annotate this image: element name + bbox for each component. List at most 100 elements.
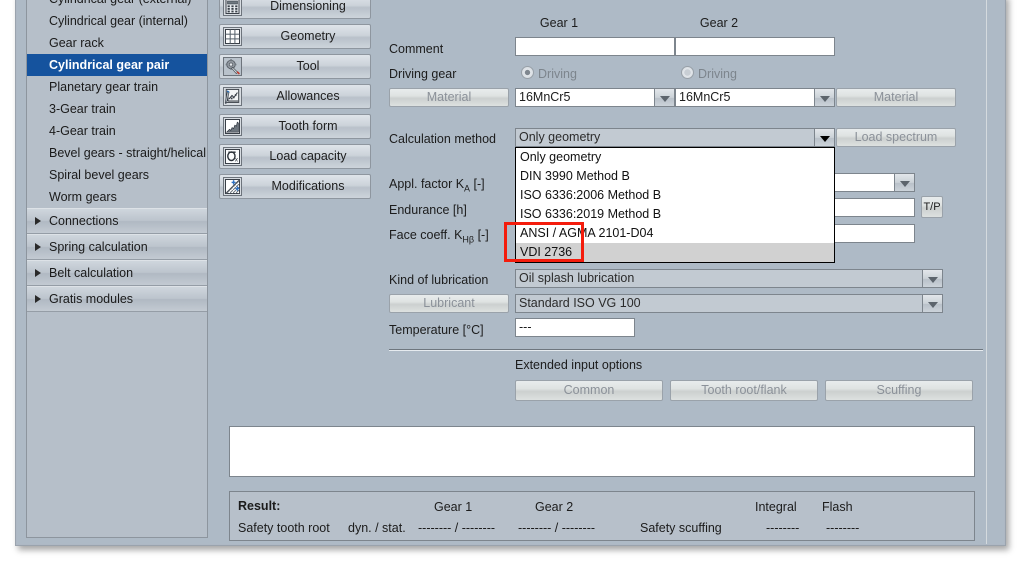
driving-radio-gear2[interactable]: Driving (681, 66, 737, 81)
tree-item-spiral-bevel-gears[interactable]: Spiral bevel gears (27, 164, 207, 186)
tree-item-worm-gears[interactable]: Worm gears (27, 186, 207, 208)
driving-radio-gear1[interactable]: Driving (521, 66, 577, 81)
material-button-gear2[interactable]: Material (836, 88, 956, 107)
tree-item-3-gear-train[interactable]: 3-Gear train (27, 98, 207, 120)
chevron-down-icon[interactable] (814, 129, 834, 146)
tree-item-gear-rack[interactable]: Gear rack (27, 32, 207, 54)
tree-group-label: Spring calculation (49, 240, 148, 254)
tree-group-connections[interactable]: Connections (27, 208, 207, 234)
tab-label: Dimensioning (250, 0, 366, 18)
safety-tooth-root-label: Safety tooth root (238, 521, 330, 535)
svg-text:x: x (235, 156, 239, 163)
appl-factor-label-post: [-] (470, 177, 485, 191)
chevron-down-icon[interactable] (894, 174, 914, 191)
result-panel: Result: Gear 1 Gear 2 Integral Flash Saf… (229, 491, 975, 541)
safety-scuffing-label: Safety scuffing (640, 521, 722, 535)
result-title: Result: (238, 499, 280, 513)
tab-label: Allowances (250, 85, 366, 108)
safety-tooth-root-gear1-value: -------- / -------- (418, 521, 495, 535)
face-coeff-label-pre: Face coeff. K (389, 228, 462, 242)
material-value: 16MnCr5 (519, 90, 570, 104)
tab-label: Load capacity (250, 145, 366, 168)
chevron-down-icon[interactable] (814, 89, 834, 106)
driving-radio-label: Driving (698, 67, 737, 81)
sidebar-splitter[interactable] (209, 0, 216, 538)
tree-group-label: Gratis modules (49, 292, 133, 306)
tree-item-cylindrical-gear-internal[interactable]: Cylindrical gear (internal) (27, 10, 207, 32)
extended-button-common[interactable]: Common (515, 380, 663, 401)
tree-item-cylindrical-gear-pair[interactable]: Cylindrical gear pair (27, 54, 207, 76)
tree-group-spring-calculation[interactable]: Spring calculation (27, 234, 207, 260)
radio-selected-icon (521, 66, 534, 79)
tree-item-cylindrical-gear-external[interactable]: Cylindrical gear (external) (27, 0, 207, 10)
dropdown-option-din-3990-method-b[interactable]: DIN 3990 Method B (516, 167, 834, 186)
temperature-input[interactable]: --- (515, 318, 635, 337)
result-header-integral: Integral (755, 500, 797, 514)
safety-tooth-root-gear2-value: -------- / -------- (518, 521, 595, 535)
tab-label: Geometry (250, 25, 366, 48)
lubricant-combo[interactable]: Standard ISO VG 100 (515, 294, 943, 313)
tree-item-label: Cylindrical gear (internal) (49, 14, 188, 28)
lubricant-value: Standard ISO VG 100 (519, 296, 641, 310)
load-spectrum-button[interactable]: Load spectrum (836, 128, 956, 147)
tree-item-bevel-gears[interactable]: Bevel gears - straight/helical (27, 142, 207, 164)
right-rail (986, 0, 987, 544)
dropdown-option-ansi-agma-2101-d04[interactable]: ANSI / AGMA 2101-D04 (516, 224, 834, 243)
tab-geometry[interactable]: Geometry (219, 24, 371, 49)
tree-item-label: Gear rack (49, 36, 104, 50)
material-button-gear1[interactable]: Material (389, 88, 509, 107)
tree-item-label: Planetary gear train (49, 80, 158, 94)
radio-unselected-icon (681, 66, 694, 79)
calculation-method-dropdown-list[interactable]: Only geometry DIN 3990 Method B ISO 6336… (515, 147, 835, 263)
gear-cutter-icon (223, 57, 242, 76)
message-output-box (229, 426, 975, 477)
chevron-down-icon[interactable] (922, 270, 942, 287)
appl-factor-label-pre: Appl. factor K (389, 177, 464, 191)
tp-button[interactable]: T/P (921, 196, 943, 218)
face-coeff-label-post: [-] (474, 228, 489, 242)
chevron-down-icon[interactable] (922, 295, 942, 312)
modification-icon (223, 177, 242, 196)
comment-input-gear1[interactable] (515, 37, 675, 56)
dropdown-option-only-geometry[interactable]: Only geometry (516, 148, 834, 167)
tree-group-label: Belt calculation (49, 266, 133, 280)
dropdown-option-iso-6336-2019-method-b[interactable]: ISO 6336:2019 Method B (516, 205, 834, 224)
tab-load-capacity[interactable]: x Load capacity (219, 144, 371, 169)
module-tree-sidebar[interactable]: Cylindrical gear (external) Cylindrical … (26, 0, 208, 538)
column-header-gear2: Gear 2 (679, 16, 759, 30)
result-header-gear1: Gear 1 (434, 500, 472, 514)
dropdown-option-vdi-2736[interactable]: VDI 2736 (516, 243, 834, 262)
tree-item-label: Cylindrical gear (external) (49, 0, 191, 6)
tree-group-belt-calculation[interactable]: Belt calculation (27, 260, 207, 286)
tab-modifications[interactable]: Modifications (219, 174, 371, 199)
comment-input-gear2[interactable] (675, 37, 835, 56)
result-header-flash: Flash (822, 500, 853, 514)
column-header-gear1: Gear 1 (519, 16, 599, 30)
tree-item-planetary-gear-train[interactable]: Planetary gear train (27, 76, 207, 98)
lubrication-combo[interactable]: Oil splash lubrication (515, 269, 943, 288)
tab-label: Modifications (250, 175, 366, 198)
face-coeff-label: Face coeff. KHβ [-] (389, 228, 489, 247)
tab-tooth-form[interactable]: Tooth form (219, 114, 371, 139)
dropdown-option-iso-6336-2006-method-b[interactable]: ISO 6336:2006 Method B (516, 186, 834, 205)
tree-item-4-gear-train[interactable]: 4-Gear train (27, 120, 207, 142)
sigma-x-icon: x (223, 147, 242, 166)
window-client-area: Cylindrical gear (external) Cylindrical … (17, 0, 1004, 544)
tab-allowances[interactable]: Allowances (219, 84, 371, 109)
grid-icon (223, 27, 242, 46)
calculation-method-combo[interactable]: Only geometry (515, 128, 835, 147)
tab-tool[interactable]: Tool (219, 54, 371, 79)
extended-button-tooth-root-flank[interactable]: Tooth root/flank (670, 380, 818, 401)
material-combo-gear1[interactable]: 16MnCr5 (515, 88, 675, 107)
result-header-gear2: Gear 2 (535, 500, 573, 514)
material-combo-gear2[interactable]: 16MnCr5 (675, 88, 835, 107)
tree-item-label: 4-Gear train (49, 124, 116, 138)
screenshot-root: Cylindrical gear (external) Cylindrical … (0, 0, 1030, 561)
calculation-method-value: Only geometry (519, 130, 600, 144)
tree-group-gratis-modules[interactable]: Gratis modules (27, 286, 207, 312)
tab-dimensioning[interactable]: Dimensioning (219, 0, 371, 19)
lubricant-button[interactable]: Lubricant (389, 294, 509, 313)
chevron-down-icon[interactable] (654, 89, 674, 106)
extended-button-scuffing[interactable]: Scuffing (825, 380, 973, 401)
tab-label: Tool (250, 55, 366, 78)
